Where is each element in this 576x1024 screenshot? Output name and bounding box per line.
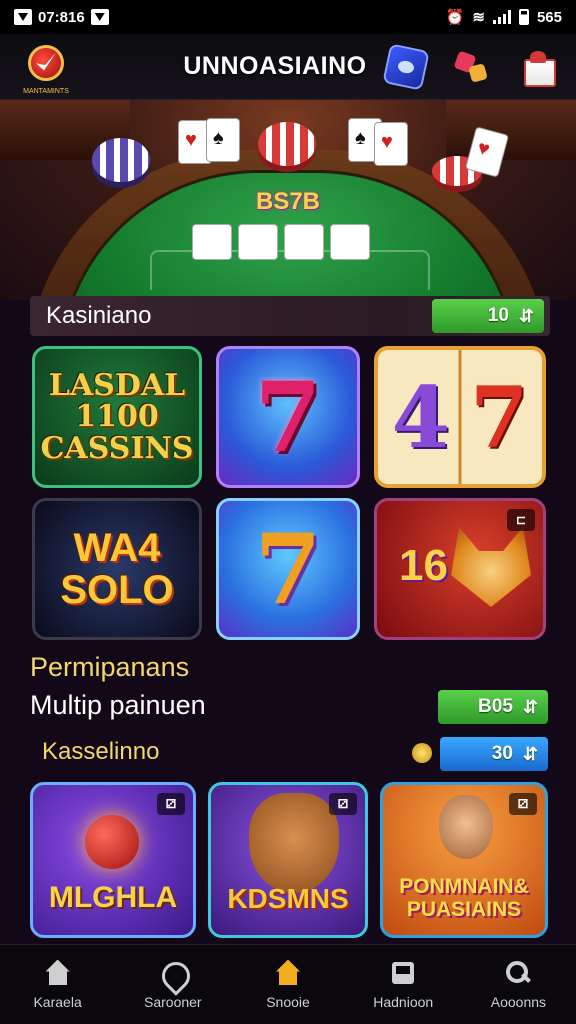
home-icon — [275, 960, 301, 986]
tray-icon — [390, 960, 416, 986]
tile-label: LASDAL 1100 CASSINS — [40, 367, 194, 466]
table-card-3 — [284, 224, 324, 260]
table-card-2 — [238, 224, 278, 260]
fox-mascot-icon — [451, 527, 531, 607]
alarm-icon: ⏰ — [445, 9, 465, 26]
pill-value: B05 — [478, 696, 513, 717]
nav-item-snooie[interactable]: Snooie — [230, 945, 345, 1024]
tile-label-a: 4 — [391, 367, 450, 467]
nav-item-karaela[interactable]: Karaela — [0, 945, 115, 1024]
gift-icon[interactable] — [518, 47, 558, 87]
character-icon — [439, 795, 493, 859]
header-icons — [382, 42, 558, 91]
tile-wa4-solo[interactable]: WA4 SOLO — [32, 498, 202, 640]
tile-tag: ⚂ — [509, 793, 537, 815]
app-title: UNNOASIAINO — [183, 52, 367, 80]
card-icon[interactable] — [382, 42, 430, 91]
tile-label: 7 — [254, 512, 322, 626]
tile-tag: ⚂ — [329, 793, 357, 815]
bottom-nav: Karaela Sarooner Snooie Hadnioon Aooonns — [0, 944, 576, 1024]
tile-label: 7 — [254, 360, 322, 474]
app-notification-icon — [90, 9, 109, 25]
promo-line-1: Permipanans — [30, 652, 190, 682]
dice-icon[interactable] — [452, 47, 492, 87]
card-right-2 — [374, 122, 408, 166]
nav-item-hadnioon[interactable]: Hadnioon — [346, 945, 461, 1024]
arrows-icon: ⇵ — [522, 696, 538, 717]
status-right-text: 565 — [536, 8, 562, 26]
notification-icon — [14, 9, 32, 25]
nav-item-aooonns[interactable]: Aooonns — [461, 945, 576, 1024]
arrows-icon: ⇵ — [518, 305, 534, 326]
tile-label: KDSMNS — [227, 883, 349, 914]
shield-icon — [160, 960, 186, 986]
tile-label: PONMNAIN& PUASIAINS — [399, 874, 529, 921]
pill-value: 30 — [491, 743, 513, 764]
status-time: 07:816 — [38, 8, 85, 26]
section1-pill[interactable]: 10 ⇵ — [432, 299, 544, 333]
section-kasiniano: Kasiniano 10 ⇵ — [30, 296, 550, 336]
magic-orb-icon — [85, 815, 139, 869]
tile-seven-gold[interactable]: 7 — [216, 498, 360, 640]
arrows-icon: ⇵ — [522, 743, 538, 764]
battery-icon — [518, 9, 529, 25]
nav-label: Snooie — [266, 993, 310, 1010]
nav-label: Karaela — [33, 993, 82, 1010]
nav-item-sarooner[interactable]: Sarooner — [115, 945, 230, 1024]
tile-tag: ⚂ — [157, 793, 185, 815]
table-card-1 — [192, 224, 232, 260]
status-left: 07:816 — [14, 9, 109, 26]
character-icon — [249, 793, 339, 893]
status-bar: 07:816 ⏰ ≋ 565 — [0, 0, 576, 34]
home-icon — [45, 960, 71, 986]
status-right: ⏰ ≋ 565 — [445, 8, 562, 27]
chip-stack-center — [258, 122, 316, 166]
tile-ponmnain[interactable]: PONMNAIN& PUASIAINS ⚂ — [380, 782, 548, 938]
card-left-2 — [206, 118, 240, 162]
app-logo[interactable]: MANTAMINTS — [18, 39, 74, 95]
tile-kdsmns[interactable]: KDSMNS ⚂ — [208, 782, 368, 938]
section-title: Kasiniano — [46, 302, 152, 329]
signal-icon — [492, 10, 511, 24]
table-text: BS7B — [255, 188, 321, 215]
tile-mlghla[interactable]: MLGHLA ⚂ — [30, 782, 196, 938]
section2-title: Kasselinno — [42, 738, 160, 765]
nav-label: Sarooner — [144, 993, 202, 1010]
tile-lasdal-cassins[interactable]: LASDAL 1100 CASSINS — [32, 346, 202, 488]
tile-label: 16 — [399, 541, 448, 590]
hero-banner[interactable]: BS7B — [0, 100, 576, 300]
tile-label: MLGHLA — [48, 881, 178, 914]
search-icon — [505, 960, 531, 986]
section2-pill[interactable]: 30 ⇵ — [440, 737, 548, 771]
tile-seven[interactable]: 7 — [216, 346, 360, 488]
tile-47[interactable]: 4 7 — [374, 346, 546, 488]
wifi-icon: ≋ — [472, 9, 485, 26]
chip-stack-left — [92, 138, 150, 182]
coin-icon — [412, 743, 432, 763]
promo-pill[interactable]: B05 ⇵ — [438, 690, 548, 724]
tile-16-fox[interactable]: 16 ⊏ — [374, 498, 546, 640]
nav-label: Hadnioon — [373, 993, 434, 1010]
tile-tag: ⊏ — [507, 509, 535, 531]
app-header: MANTAMINTS UNNOASIAINO — [0, 34, 576, 100]
logo-label: MANTAMINTS — [23, 87, 69, 95]
nav-label: Aooonns — [490, 993, 547, 1010]
shelf-right — [446, 100, 576, 160]
pill-value: 10 — [487, 305, 509, 326]
tile-label-b: 7 — [470, 367, 529, 467]
tile-label: WA4 SOLO — [60, 526, 174, 612]
table-card-4 — [330, 224, 370, 260]
logo-disc — [28, 44, 64, 81]
promo-line-2: Multip painuen — [30, 690, 206, 720]
